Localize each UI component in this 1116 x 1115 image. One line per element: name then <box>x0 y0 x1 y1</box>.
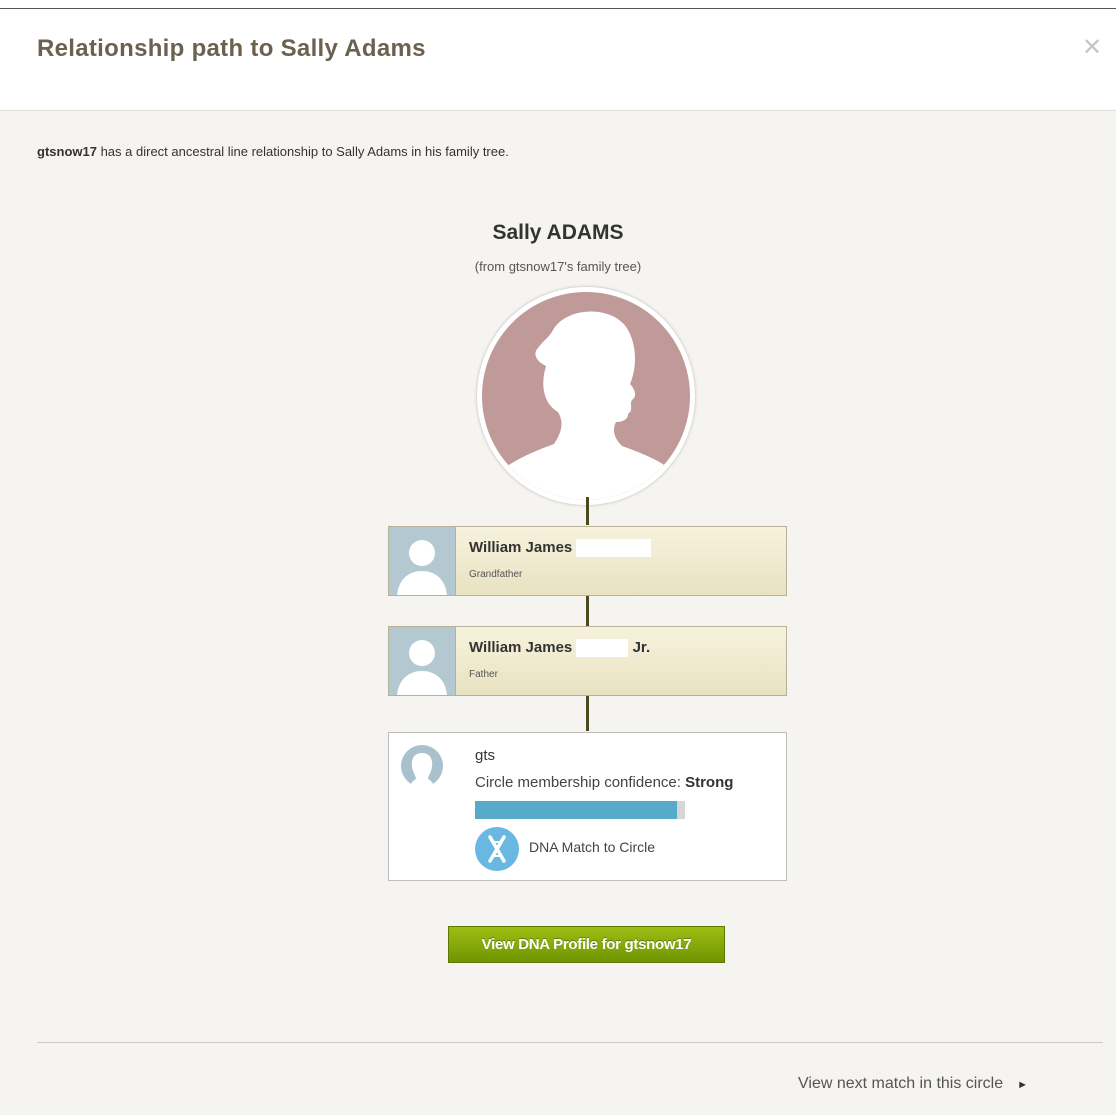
match-name: gts <box>475 747 496 764</box>
person-placeholder-icon <box>389 627 456 695</box>
dna-match-label: DNA Match to Circle <box>529 839 656 855</box>
ancestor-name: Sally ADAMS <box>492 221 624 244</box>
intro-sentence: has a direct ancestral line relationship… <box>96 144 509 159</box>
path-card-father[interactable]: William James Jr. Father <box>388 626 787 696</box>
confidence-bar <box>475 801 685 819</box>
ancestor-avatar <box>477 287 695 505</box>
dialog-title: Relationship path to Sally Adams <box>37 35 426 62</box>
dialog-header: Relationship path to Sally Adams ✕ <box>0 9 1116 111</box>
confidence-bar-fill <box>475 801 677 819</box>
view-dna-profile-button[interactable]: View DNA Profile for gtsnow17 <box>448 926 725 963</box>
person-relationship: Father <box>469 669 498 680</box>
connector-line <box>586 497 589 525</box>
redacted-text <box>576 539 652 558</box>
person-name: William James <box>469 539 652 558</box>
next-match-label: View next match in this circle <box>798 1075 1004 1092</box>
person-relationship: Grandfather <box>469 569 523 580</box>
female-silhouette-icon <box>482 292 690 500</box>
arrow-right-icon: ► <box>1017 1079 1029 1091</box>
dialog: Relationship path to Sally Adams ✕ gtsno… <box>0 8 1116 1115</box>
divider <box>37 1042 1103 1043</box>
ancestor-source: (from gtsnow17's family tree) <box>474 259 642 274</box>
next-match-link[interactable]: View next match in this circle ► <box>798 1075 1028 1093</box>
dna-helix-icon <box>475 827 519 871</box>
intro-text: gtsnow17 has a direct ancestral line rel… <box>37 144 509 159</box>
person-name: William James Jr. <box>469 639 651 658</box>
person-placeholder-icon <box>389 527 456 595</box>
redacted-text <box>576 639 629 658</box>
close-icon[interactable]: ✕ <box>1082 33 1102 62</box>
path-card-grandfather[interactable]: William James Grandfather <box>388 526 787 596</box>
dna-match-card[interactable]: gts Circle membership confidence: Strong… <box>388 732 787 881</box>
match-avatar-icon <box>401 745 443 787</box>
confidence-text: Circle membership confidence: Strong <box>475 774 734 791</box>
connector-line <box>586 696 589 731</box>
intro-username: gtsnow17 <box>37 144 97 159</box>
connector-line <box>586 596 589 626</box>
